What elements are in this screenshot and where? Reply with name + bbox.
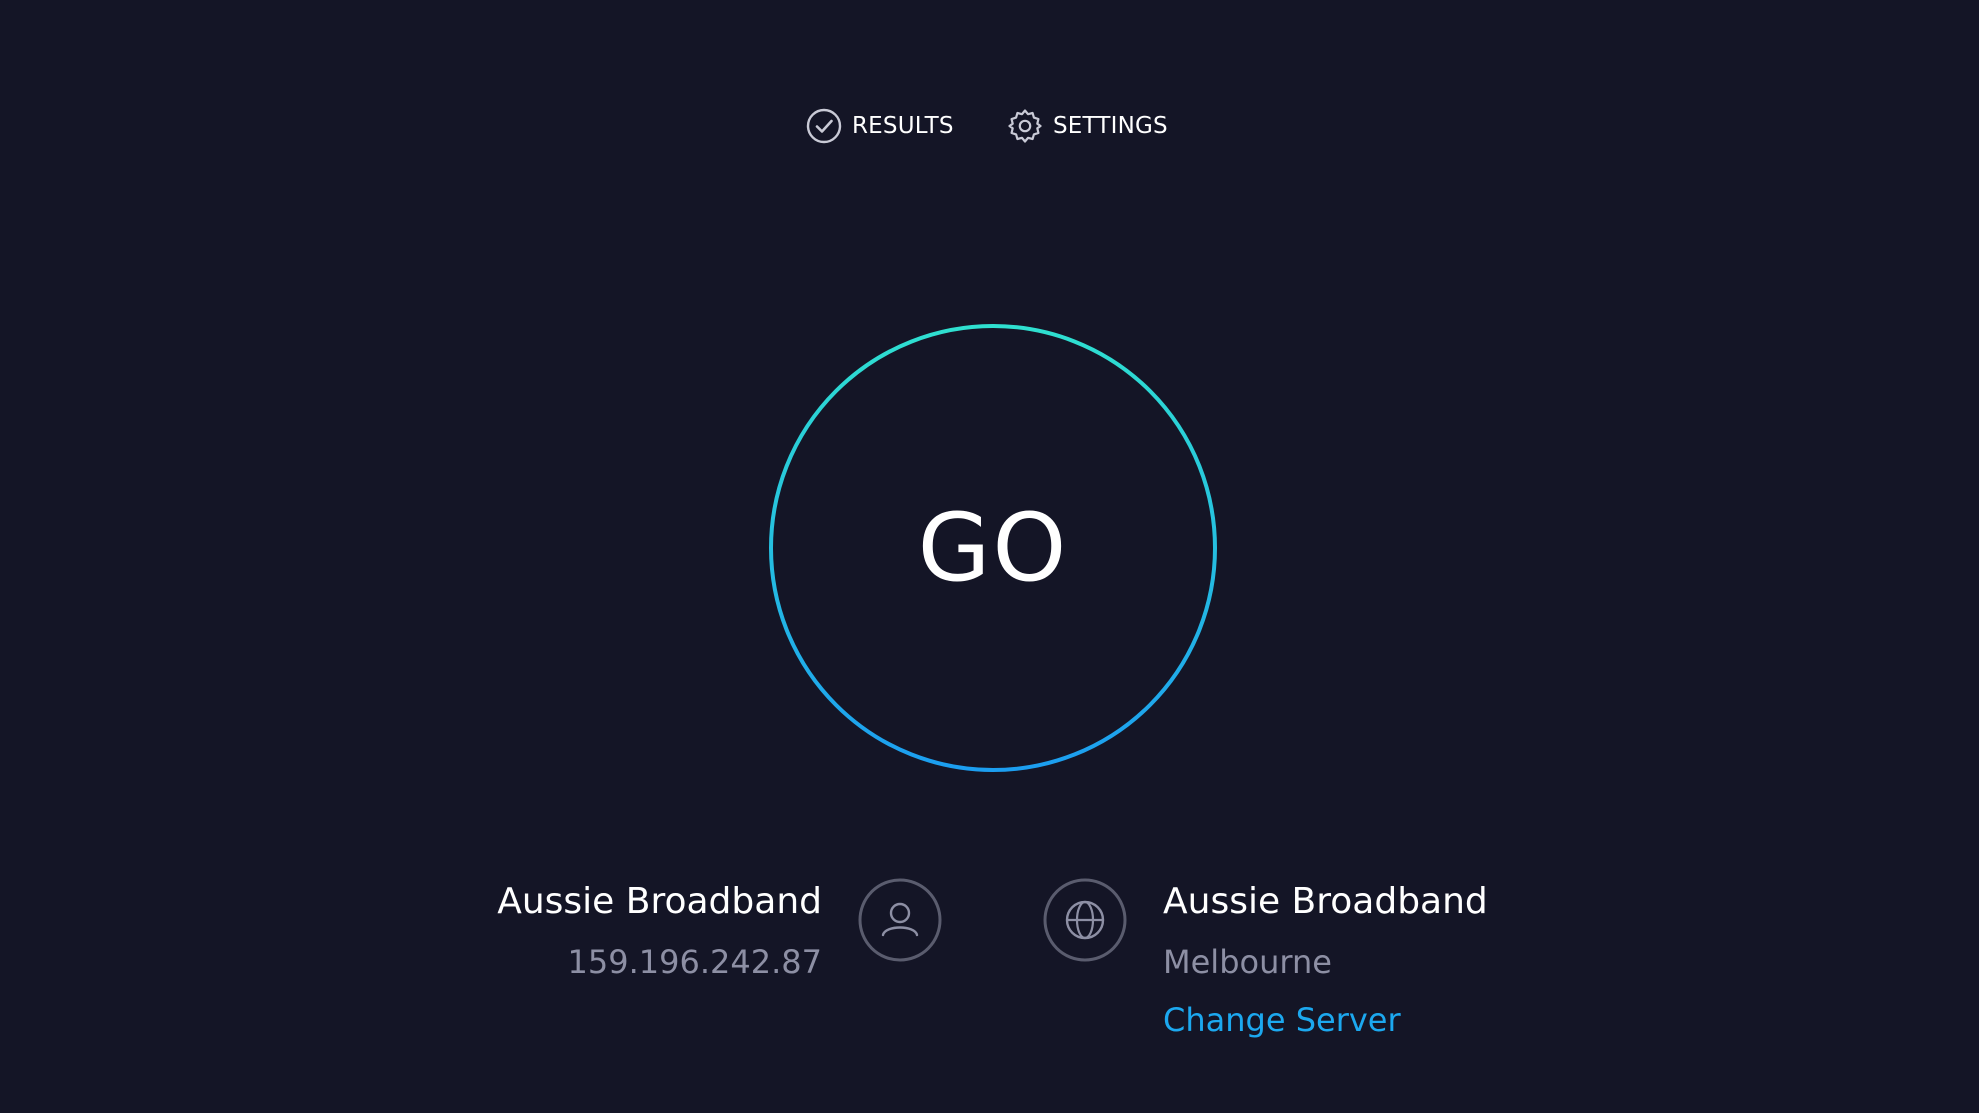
user-icon [858, 878, 942, 962]
settings-label: SETTINGS [1053, 113, 1168, 139]
check-circle-icon [806, 108, 842, 144]
go-button[interactable]: GO [767, 322, 1219, 774]
isp-info: Aussie Broadband 159.196.242.87 [497, 878, 822, 984]
results-nav-item[interactable]: RESULTS [806, 106, 954, 146]
server-info: Aussie Broadband Melbourne Change Server [1163, 878, 1488, 1042]
settings-nav-item[interactable]: SETTINGS [1007, 106, 1168, 146]
server-name: Aussie Broadband [1163, 881, 1488, 922]
server-location: Melbourne [1163, 943, 1332, 981]
ip-address: 159.196.242.87 [567, 943, 822, 981]
gear-icon [1007, 108, 1043, 144]
globe-icon [1043, 878, 1127, 962]
change-server-link[interactable]: Change Server [1163, 998, 1488, 1042]
speedtest-page: RESULTS SETTINGS GO Aussie Broadband 159… [0, 0, 1979, 1113]
top-nav: RESULTS SETTINGS [0, 106, 1979, 146]
results-label: RESULTS [852, 113, 954, 139]
isp-name: Aussie Broadband [497, 881, 822, 922]
go-label: GO [917, 493, 1069, 603]
